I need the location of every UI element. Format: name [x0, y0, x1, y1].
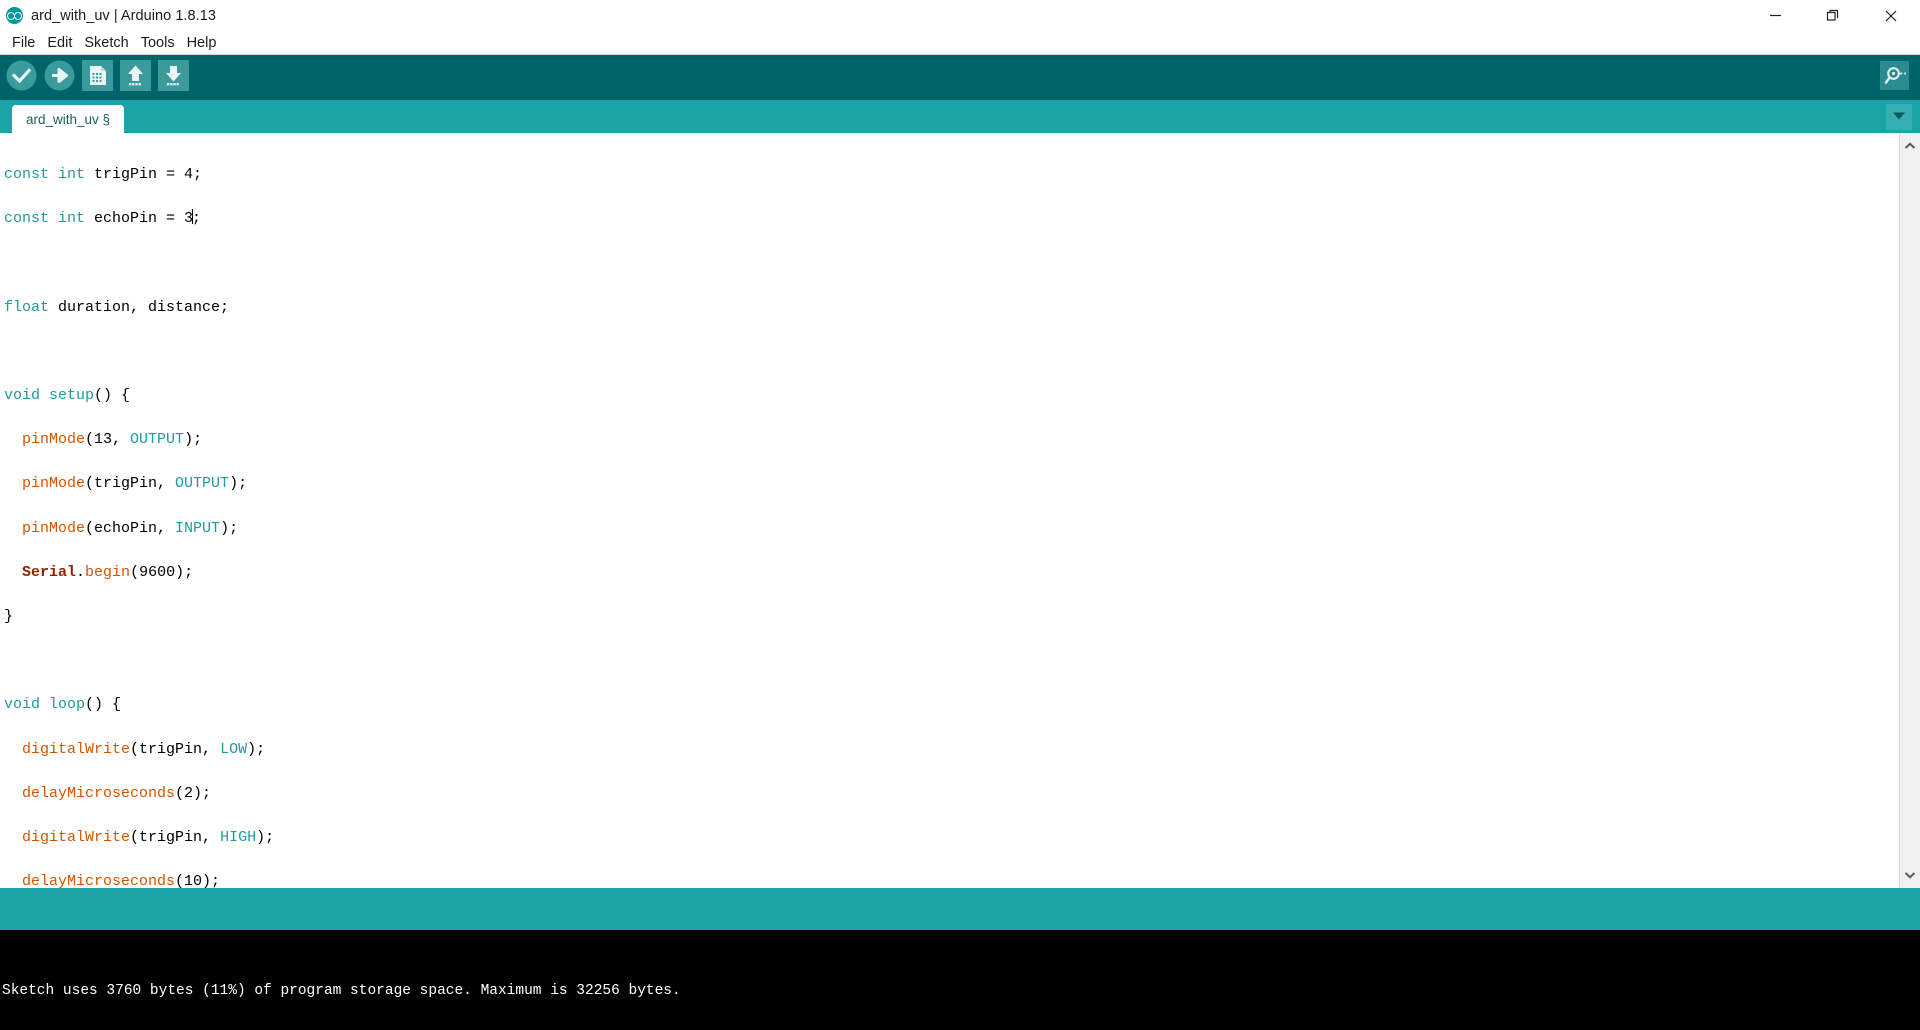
window-controls: [1746, 0, 1920, 31]
tab-menu-button[interactable]: [1886, 104, 1912, 130]
code-line: pinMode(13, OUTPUT);: [22, 431, 203, 449]
menu-item-help[interactable]: Help: [181, 32, 223, 54]
code-line: delayMicroseconds(10);: [22, 873, 221, 888]
console-header-bar: [0, 888, 1920, 930]
upload-button[interactable]: [42, 60, 77, 95]
new-file-icon: [82, 59, 113, 96]
arrow-right-circle-icon: [44, 60, 75, 96]
code-line: float duration, distance;: [4, 298, 230, 316]
restore-button[interactable]: [1804, 0, 1862, 31]
code-line: pinMode(echoPin, INPUT);: [22, 519, 239, 537]
toolbar-right-group: [1877, 55, 1912, 100]
editor-vertical-scrollbar[interactable]: [1899, 133, 1920, 888]
minimize-button[interactable]: [1746, 0, 1804, 31]
chevron-down-icon: [1904, 866, 1916, 884]
code-line: void setup() {: [4, 387, 131, 405]
scroll-up-button[interactable]: [1900, 137, 1920, 155]
verify-button[interactable]: [4, 60, 39, 95]
arduino-logo-icon: [6, 7, 23, 24]
arrow-up-icon: [120, 59, 151, 96]
code-line: pinMode(trigPin, OUTPUT);: [22, 475, 248, 493]
code-line: const int trigPin = 4;: [4, 166, 203, 184]
menu-item-edit[interactable]: Edit: [41, 32, 78, 54]
menu-item-sketch[interactable]: Sketch: [78, 32, 134, 54]
tab-ard-with-uv[interactable]: ard_with_uv §: [12, 105, 125, 133]
chevron-up-icon: [1904, 137, 1916, 155]
serial-monitor-button[interactable]: [1877, 60, 1912, 95]
close-button[interactable]: [1862, 0, 1920, 31]
new-button[interactable]: [80, 59, 115, 96]
triangle-down-icon: [1892, 108, 1906, 126]
toolbar: [0, 55, 1920, 100]
window-title: ard_with_uv | Arduino 1.8.13: [31, 7, 216, 24]
save-button[interactable]: [156, 59, 191, 96]
arrow-down-icon: [158, 59, 189, 96]
code-line: const int echoPin = 3;: [4, 209, 202, 228]
tab-bar: ard_with_uv §: [0, 100, 1920, 133]
magnifier-icon: [1880, 60, 1909, 95]
code-line: }: [4, 607, 14, 625]
code-editor[interactable]: const int trigPin = 4; const int echoPin…: [0, 133, 1899, 888]
editor-area: const int trigPin = 4; const int echoPin…: [0, 133, 1920, 888]
code-line: void loop() {: [4, 696, 122, 714]
menu-item-tools[interactable]: Tools: [135, 32, 181, 54]
console-output[interactable]: Sketch uses 3760 bytes (11%) of program …: [0, 930, 1920, 1030]
menu-bar: File Edit Sketch Tools Help: [0, 31, 1920, 55]
tab-label: ard_with_uv §: [26, 111, 111, 127]
open-button[interactable]: [118, 59, 153, 96]
code-line: digitalWrite(trigPin, LOW);: [22, 740, 266, 758]
code-line: delayMicroseconds(2);: [22, 784, 212, 802]
title-bar: ard_with_uv | Arduino 1.8.13: [0, 0, 1920, 31]
console-line: Sketch uses 3760 bytes (11%) of program …: [2, 983, 681, 999]
scroll-down-button[interactable]: [1900, 866, 1920, 884]
check-circle-icon: [6, 60, 37, 96]
menu-item-file[interactable]: File: [6, 32, 41, 54]
code-line: digitalWrite(trigPin, HIGH);: [22, 828, 275, 846]
code-line: Serial.begin(9600);: [22, 563, 194, 581]
